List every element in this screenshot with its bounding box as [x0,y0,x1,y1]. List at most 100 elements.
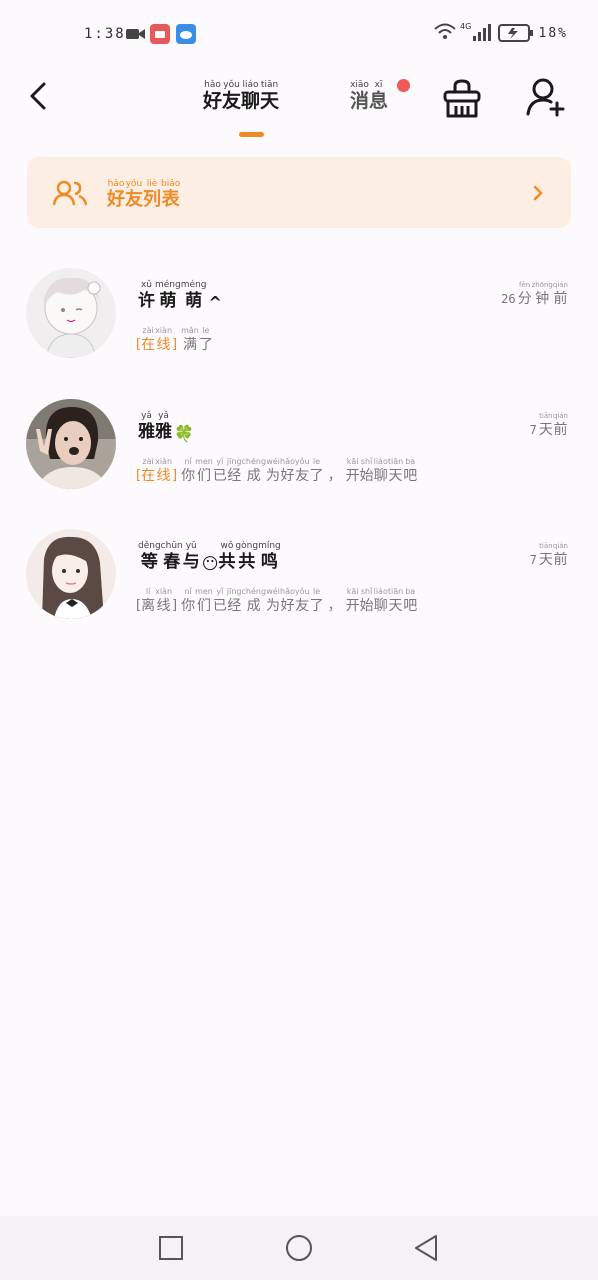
pinyin: men [195,457,213,466]
emoji: 😶 [201,554,219,573]
pinyin: fēn [518,281,531,289]
hanzi: 友 [295,468,310,484]
offline-status: [lí 离 xiàn 线] [136,587,178,614]
hanzi: 萌 [159,291,177,311]
avatar[interactable] [26,268,116,358]
tab-friend-chat[interactable]: hǎo 好 yǒu 友 liáo 聊 tiān 天 [203,80,279,112]
hanzi: 为 [266,468,281,484]
wifi-icon [434,22,456,46]
time-unit-char: fēn 分 [518,280,532,308]
pinyin: tiān [387,457,404,466]
network-type: 4G [460,22,472,31]
battery-icon [498,24,534,46]
signal-icon [472,22,492,46]
friend-list-entry[interactable]: hǎo 好 yǒu 友 liè 列 biǎo 表 [27,157,571,228]
add-user-icon [526,78,565,117]
hanzi: 始 [359,468,374,484]
hanzi: 雅 [155,422,172,442]
message-char: jīng 经 [227,587,242,615]
time-unit-char: zhōng 钟 [532,280,553,308]
pinyin: men [195,587,213,596]
pinyin: zài [142,326,154,335]
hanzi: 消 [350,90,370,112]
back-nav-button[interactable] [410,1232,442,1264]
hanzi: 经 [227,468,242,484]
chat-row[interactable]: xǔ 许 méng 萌 méng 萌 ^ [zài 在 xiàn 线] mǎn 满 le 了 26 fēn 分… [0,268,598,378]
time-unit-char: tiān 天 [539,411,553,439]
pinyin: hǎo [107,179,125,189]
pinyin: chéng [241,587,267,596]
message-char: ba 吧 [403,587,417,615]
message-char: men 们 [195,457,213,485]
hanzi: 共 [238,552,256,572]
contact-name-char: wǒ 共 [218,541,235,573]
time-number: 7 [529,423,537,437]
chat-row[interactable]: yǎ 雅 yǎ 雅 🍀 [zài 在 xiàn 线] nǐ 你 men 们 yǐ 已 jīng 经 chéng 成… [0,399,598,509]
tab-title-char: liáo 聊 [241,80,260,112]
name-suffix: ^ [208,293,222,312]
status-bracket: ] [172,598,178,613]
recents-button[interactable] [155,1232,187,1264]
avatar[interactable] [26,399,116,489]
contact-name: yǎ 雅 yǎ 雅 🍀 [138,411,194,443]
pinyin: shǐ [360,457,373,466]
banner-title-char: liè 列 [143,179,161,211]
contact-name-char: děng 等 [138,541,161,573]
hanzi: 春 [163,552,181,572]
pinyin: le [313,457,321,466]
pinyin: kāi [346,457,359,466]
tab-messages[interactable]: xiāo 消 xī 息 [350,80,388,112]
hanzi: 为 [266,598,281,614]
hanzi: 线 [156,337,171,353]
back-button[interactable] [22,78,58,114]
pinyin: wǒ [220,541,234,551]
hanzi: 鸣 [260,552,278,572]
hanzi: 雅 [138,422,155,442]
status-bracket: ] [172,337,178,352]
pinyin: yǔ [185,541,197,551]
hanzi: 在 [141,337,156,353]
hanzi: 钟 [535,291,550,307]
hanzi: 与 [182,552,200,572]
pinyin: liáo [242,80,259,90]
pinyin: qián [552,281,568,289]
pinyin: wéi [266,587,280,596]
home-button[interactable] [283,1232,315,1264]
contact-name-char: méng 萌 [155,280,181,312]
broom-basket-icon [443,79,481,118]
hanzi: 们 [196,468,211,484]
hanzi: 天 [538,422,553,438]
pinyin: yǐ [216,587,224,596]
pinyin: mǎn [181,326,199,335]
add-friend-button[interactable] [524,76,566,118]
status-char: xiàn 线 [155,457,172,485]
pinyin: xiàn [155,587,173,596]
hanzi: 前 [553,422,568,438]
hanzi: 开 [345,598,360,614]
chevron-right-icon [533,185,543,201]
pinyin: hǎo [280,457,295,466]
hanzi: 你 [181,468,196,484]
pinyin: tiān [387,587,404,596]
clean-button[interactable] [440,78,484,120]
friends-icon [53,180,87,206]
status-time: 1:38 [84,26,126,42]
name-suffix: 🍀 [174,424,194,443]
avatar[interactable] [26,529,116,619]
message-time: 7 tiān 天 qián 前 [530,411,568,439]
chat-row[interactable]: děng 等 chūn 春 yǔ 与 😶 wǒ 共 gòng 共 míng 鸣 [lí 离 xiàn 线] nǐ… [0,529,598,639]
hanzi: 前 [553,552,568,568]
message-char: yǐ 已 [213,587,227,615]
pinyin: yǒu [294,457,310,466]
contact-name-char: yǔ 与 [183,541,200,573]
cloud-app-icon [176,24,196,48]
online-status: [zài 在 xiàn 线] [136,326,178,353]
hanzi: 表 [161,189,180,210]
pinyin: xǔ [140,280,153,290]
hanzi: 成 [246,598,261,614]
pinyin: yǒu [125,179,143,189]
contact-name: děng 等 chūn 春 yǔ 与 😶 wǒ 共 gòng 共 míng 鸣 [138,541,281,573]
pinyin: ba [405,587,416,596]
message-char: nǐ 你 [181,457,195,485]
online-status: [zài 在 xiàn 线] [136,457,177,484]
